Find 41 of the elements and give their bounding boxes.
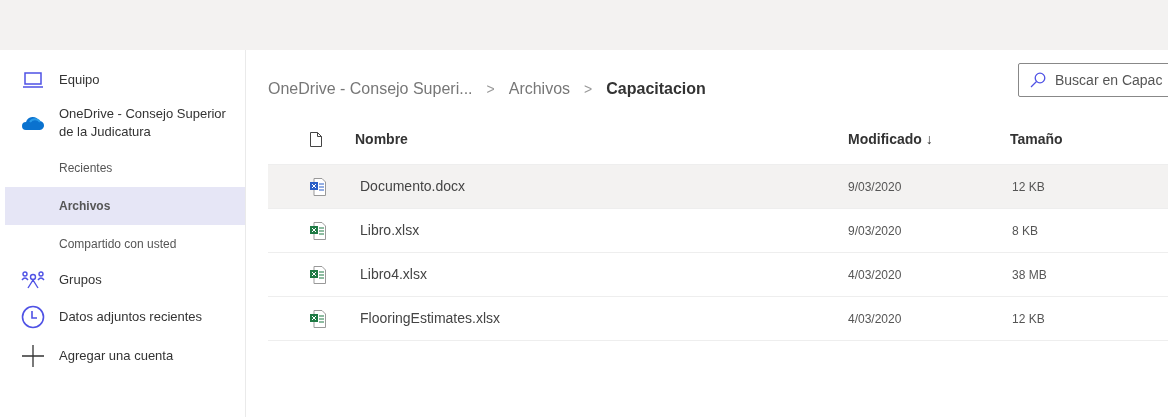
laptop-icon: [21, 72, 44, 88]
search-field[interactable]: Buscar en Capac: [1018, 63, 1168, 97]
breadcrumb-item[interactable]: Archivos: [508, 77, 571, 101]
file-name[interactable]: Libro4.xlsx: [360, 264, 848, 285]
breadcrumb-separator: >: [584, 79, 593, 99]
modified-date: 4/03/2020: [848, 310, 903, 328]
excel-file-icon: [310, 221, 326, 240]
breadcrumb-item: Capacitacion: [606, 79, 706, 99]
sidebar-item[interactable]: Recientes: [5, 149, 245, 187]
plus-icon: [21, 345, 44, 367]
column-header[interactable]: Tamaño: [1010, 129, 1063, 150]
people-icon: [20, 271, 45, 289]
sidebar-item[interactable]: Equipo: [5, 63, 245, 97]
sidebar-item[interactable]: Datos adjuntos recientes: [5, 297, 245, 337]
clock-icon: [20, 305, 45, 329]
breadcrumb-item[interactable]: OneDrive - Consejo Superi...: [268, 77, 473, 101]
sidebar-item[interactable]: OneDrive - Consejo Superior de la Judicatura: [5, 97, 245, 149]
file-name[interactable]: Documento.docx: [360, 176, 848, 197]
excel-file-icon: [310, 309, 326, 328]
file-row[interactable]: Documento.docx 9/03/2020 12 KB: [268, 165, 1168, 209]
column-header[interactable]: Nombre: [355, 129, 848, 150]
sidebar-item[interactable]: Agregar una cuenta: [5, 337, 245, 375]
column-header[interactable]: Modificado ↓: [848, 129, 1010, 150]
file-icon: [310, 132, 322, 147]
sidebar-item[interactable]: Archivos: [5, 187, 245, 225]
breadcrumb-separator: >: [486, 79, 495, 99]
modified-date: 9/03/2020: [848, 178, 903, 196]
file-size: 38 MB: [1012, 266, 1047, 284]
file-size: 12 KB: [1012, 310, 1045, 328]
file-size: 12 KB: [1012, 178, 1045, 196]
file-size: 8 KB: [1012, 222, 1038, 240]
file-name[interactable]: FlooringEstimates.xlsx: [360, 308, 848, 329]
cloud-icon: [20, 116, 45, 130]
excel-file-icon: [310, 265, 326, 284]
word-file-icon: [310, 177, 326, 196]
search-icon: [1030, 72, 1046, 88]
file-name[interactable]: Libro.xlsx: [360, 220, 848, 241]
modified-date: 4/03/2020: [848, 266, 903, 284]
sidebar-item[interactable]: Compartido con usted: [5, 225, 245, 263]
sidebar-item[interactable]: Grupos: [5, 263, 245, 297]
modified-date: 9/03/2020: [848, 222, 903, 240]
